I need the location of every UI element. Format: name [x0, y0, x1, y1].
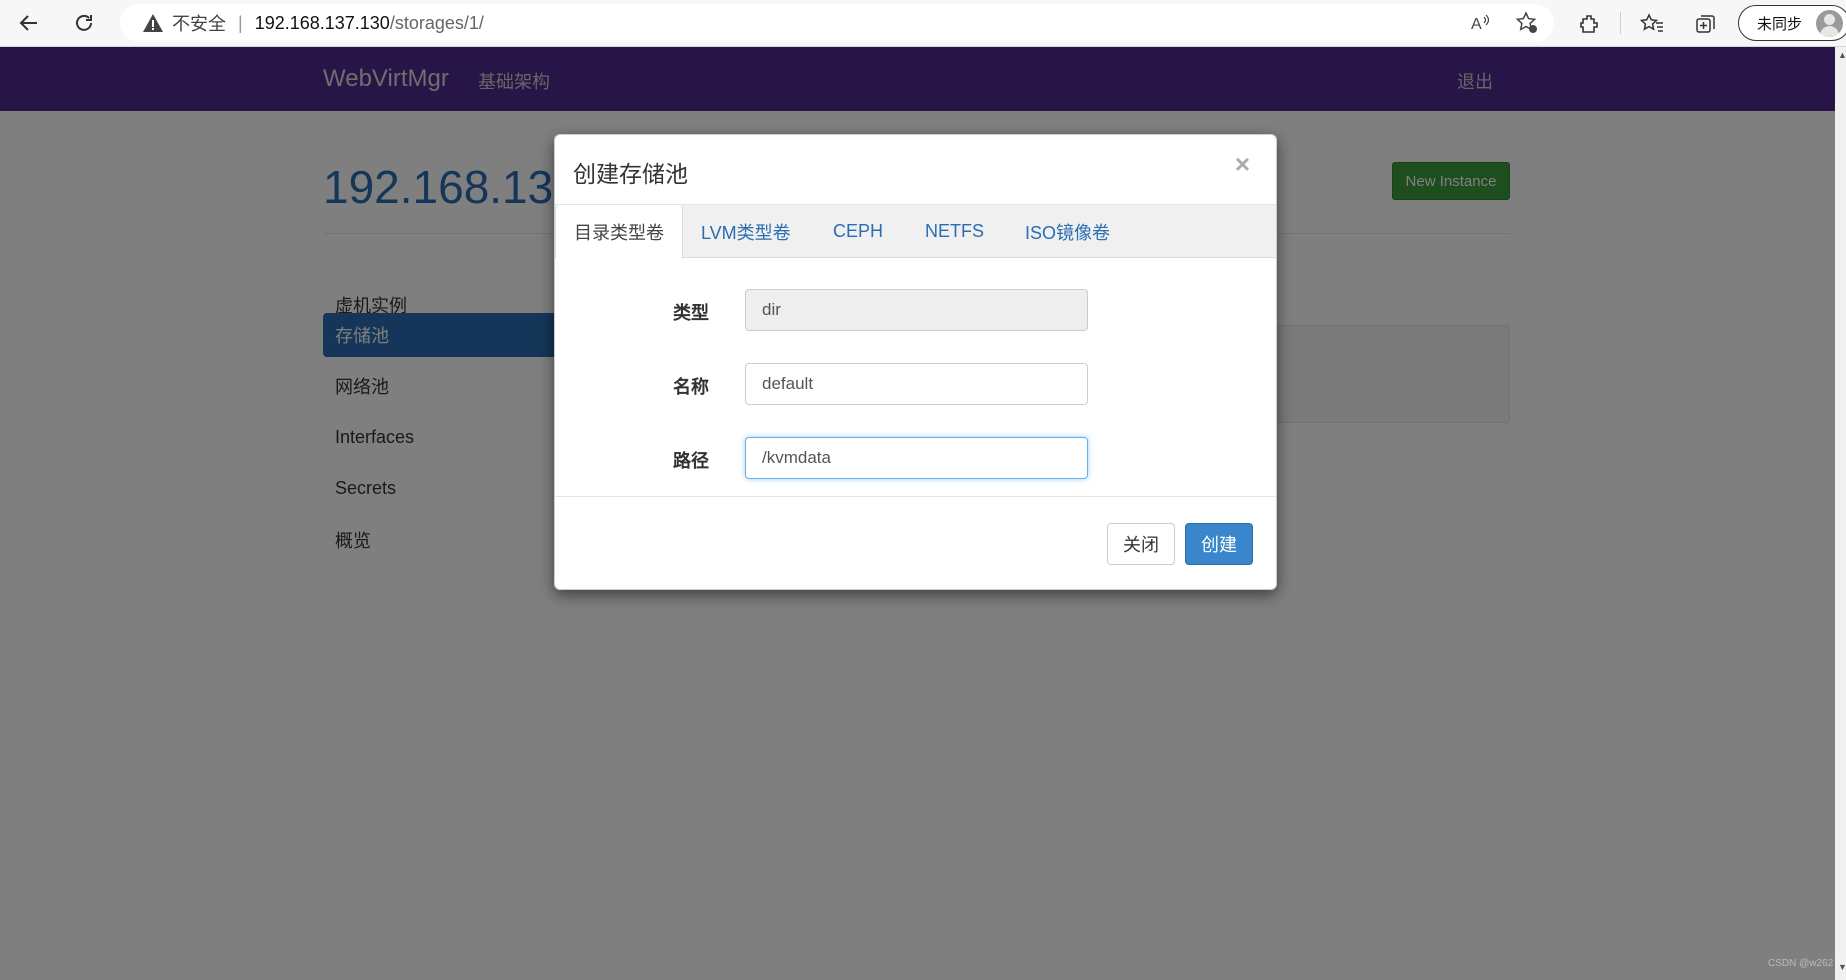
tab-dir[interactable]: 目录类型卷 [555, 205, 683, 259]
cancel-button[interactable]: 关闭 [1107, 523, 1175, 565]
address-path: /storages/1/ [389, 12, 484, 33]
close-icon[interactable]: × [1235, 149, 1250, 180]
page-scrollbar[interactable] [1835, 47, 1846, 980]
toolbar-divider [1620, 12, 1621, 34]
name-field[interactable] [745, 363, 1088, 405]
create-button[interactable]: 创建 [1185, 523, 1253, 565]
svg-text:A: A [1471, 16, 1482, 33]
path-label: 路径 [673, 451, 709, 471]
back-arrow-icon[interactable] [12, 7, 46, 39]
profile-button[interactable]: 未同步 [1738, 5, 1846, 41]
address-host: 192.168.137.130 [254, 12, 390, 33]
name-label: 名称 [673, 377, 709, 397]
storage-type-tabs: 目录类型卷 LVM类型卷 CEPH NETFS ISO镜像卷 [555, 205, 1276, 259]
scroll-down-icon[interactable]: ▼ [1838, 962, 1846, 972]
address-bar[interactable]: 不安全 | 192.168.137.130/storages/1/ [120, 4, 1554, 42]
favorites-icon[interactable] [1636, 8, 1668, 40]
tab-iso[interactable]: ISO镜像卷 [1007, 205, 1128, 258]
extensions-icon[interactable] [1574, 8, 1606, 40]
read-aloud-icon[interactable]: A [1466, 8, 1496, 38]
scroll-up-icon[interactable]: ▲ [1838, 50, 1846, 60]
modal-title: 创建存储池 [573, 161, 688, 187]
profile-sync-status: 未同步 [1757, 15, 1803, 33]
path-field[interactable] [745, 437, 1088, 479]
webvirtmgr-page: WebVirtMgr 基础架构 退出 192.168.137.130 New I… [0, 47, 1835, 980]
address-separator: | [238, 12, 243, 33]
warning-icon [142, 13, 164, 33]
collections-icon[interactable] [1690, 8, 1722, 40]
watermark: CSDN @w262 [1768, 958, 1834, 969]
modal-footer-divider [555, 496, 1276, 497]
tab-netfs[interactable]: NETFS [907, 205, 1002, 258]
tab-lvm[interactable]: LVM类型卷 [683, 205, 809, 258]
type-label: 类型 [673, 303, 709, 323]
tab-ceph[interactable]: CEPH [815, 205, 901, 258]
refresh-icon[interactable] [67, 7, 101, 39]
browser-toolbar: 不安全 | 192.168.137.130/storages/1/ A 未同步 [0, 0, 1846, 47]
security-status: 不安全 [172, 14, 226, 34]
type-field[interactable] [745, 289, 1088, 331]
modal-header: 创建存储池 × [555, 135, 1276, 205]
avatar-icon [1816, 10, 1843, 37]
create-storage-modal: 创建存储池 × 目录类型卷 LVM类型卷 CEPH NETFS ISO镜像卷 类… [554, 134, 1277, 590]
add-favorite-icon[interactable] [1512, 8, 1542, 38]
